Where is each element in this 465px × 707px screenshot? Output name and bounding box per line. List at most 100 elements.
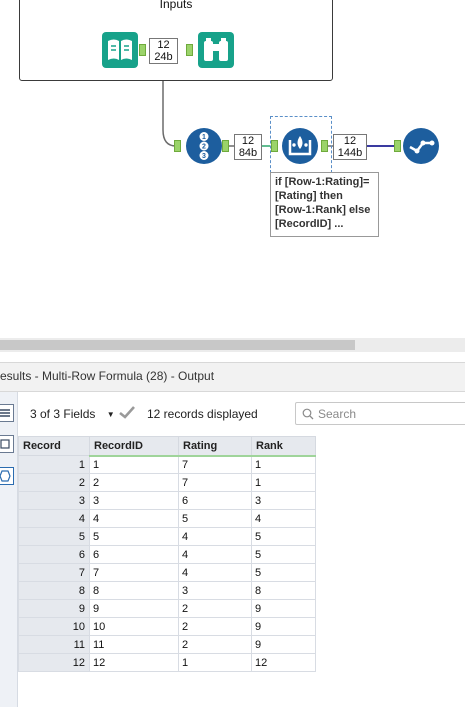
- browse-tool[interactable]: [198, 32, 234, 68]
- table-cell[interactable]: 2: [178, 617, 252, 636]
- table-row[interactable]: 9929: [18, 599, 316, 618]
- table-cell[interactable]: 9: [251, 599, 316, 618]
- record-number-cell[interactable]: 11: [18, 635, 90, 654]
- record-number-cell[interactable]: 10: [18, 617, 90, 636]
- table-cell[interactable]: 5: [251, 527, 316, 546]
- metadata-view-button[interactable]: [0, 467, 14, 485]
- table-view-button[interactable]: [0, 404, 14, 422]
- table-cell[interactable]: 7: [89, 563, 179, 582]
- scrollbar-thumb[interactable]: [0, 340, 355, 350]
- table-row[interactable]: 11 11 2 9: [18, 635, 316, 654]
- table-cell[interactable]: 4: [178, 545, 252, 564]
- column-header[interactable]: Record: [18, 436, 90, 456]
- search-input[interactable]: [318, 406, 458, 422]
- record-count: 12: [157, 39, 170, 51]
- record-number-cell[interactable]: 8: [18, 581, 90, 600]
- table-cell[interactable]: 11: [89, 635, 179, 654]
- output-anchor[interactable]: [139, 44, 146, 56]
- table-cell[interactable]: 2: [89, 473, 179, 492]
- record-id-tool[interactable]: 1 2 3: [186, 128, 222, 164]
- output-anchor[interactable]: [321, 140, 328, 152]
- record-id-icon: 1 2 3: [186, 128, 222, 164]
- multi-row-formula-tool[interactable]: [282, 128, 318, 164]
- table-header-row: Record RecordID Rating Rank: [18, 436, 316, 457]
- table-cell[interactable]: 4: [89, 509, 179, 528]
- table-row[interactable]: 1171: [18, 455, 316, 474]
- table-cell[interactable]: 4: [251, 509, 316, 528]
- record-number-cell[interactable]: 1: [18, 455, 90, 474]
- record-number-cell[interactable]: 7: [18, 563, 90, 582]
- record-number-cell[interactable]: 12: [18, 653, 90, 672]
- results-toolbar: 3 of 3 Fields ▼ 12 records displayed: [18, 392, 465, 434]
- workflow-canvas[interactable]: Inputs 12 24b 1 2 3 12 84b 12 144b if [R…: [0, 0, 465, 338]
- table-cell[interactable]: 10: [89, 617, 179, 636]
- square-icon: [0, 439, 10, 449]
- table-cell[interactable]: 8: [251, 581, 316, 600]
- table-cell[interactable]: 4: [178, 563, 252, 582]
- table-cell[interactable]: 6: [89, 545, 179, 564]
- badge-number: 3: [202, 153, 206, 160]
- table-cell[interactable]: 1: [251, 473, 316, 492]
- table-row[interactable]: 5545: [18, 527, 316, 546]
- table-cell[interactable]: 7: [178, 473, 252, 492]
- check-icon[interactable]: [118, 404, 136, 423]
- results-title: esults - Multi-Row Formula (28) - Output: [0, 369, 215, 383]
- table-cell[interactable]: 7: [178, 455, 252, 474]
- table-row[interactable]: 6645: [18, 545, 316, 564]
- multi-row-formula-icon: [282, 128, 318, 164]
- record-number-cell[interactable]: 5: [18, 527, 90, 546]
- table-row[interactable]: 8838: [18, 581, 316, 600]
- browse-icon: [198, 32, 234, 68]
- table-cell[interactable]: 3: [89, 491, 179, 510]
- column-header[interactable]: Rating: [178, 436, 252, 457]
- record-number-cell[interactable]: 2: [18, 473, 90, 492]
- table-cell[interactable]: 2: [178, 599, 252, 618]
- column-header[interactable]: Rank: [251, 436, 316, 457]
- table-cell[interactable]: 12: [251, 653, 316, 672]
- record-number-cell[interactable]: 9: [18, 599, 90, 618]
- table-cell[interactable]: 9: [251, 617, 316, 636]
- table-cell[interactable]: 12: [89, 653, 179, 672]
- table-row[interactable]: 3363: [18, 491, 316, 510]
- table-cell[interactable]: 3: [178, 581, 252, 600]
- output-anchor[interactable]: [222, 140, 229, 152]
- record-number-cell[interactable]: 3: [18, 491, 90, 510]
- records-count-label: 12 records displayed: [147, 407, 258, 421]
- column-header[interactable]: RecordID: [89, 436, 179, 457]
- table-cell[interactable]: 1: [178, 653, 252, 672]
- hexagon-icon: [0, 470, 11, 482]
- input-anchor[interactable]: [186, 44, 193, 56]
- table-cell[interactable]: 5: [251, 545, 316, 564]
- text-input-tool[interactable]: [102, 32, 138, 68]
- table-cell[interactable]: 1: [89, 455, 179, 474]
- table-row[interactable]: 7745: [18, 563, 316, 582]
- table-cell[interactable]: 4: [178, 527, 252, 546]
- record-count-badge: 12 24b: [149, 38, 178, 64]
- table-cell[interactable]: 8: [89, 581, 179, 600]
- browse-output-tool[interactable]: [403, 128, 439, 164]
- search-box[interactable]: [295, 402, 465, 425]
- table-row[interactable]: 4454: [18, 509, 316, 528]
- table-cell[interactable]: 5: [251, 563, 316, 582]
- table-cell[interactable]: 9: [251, 635, 316, 654]
- canvas-scrollbar[interactable]: [0, 338, 465, 352]
- table-cell[interactable]: 5: [178, 509, 252, 528]
- table-cell[interactable]: 5: [89, 527, 179, 546]
- fields-dropdown[interactable]: 3 of 3 Fields ▼: [30, 407, 115, 421]
- record-size: 144b: [337, 147, 363, 159]
- table-cell[interactable]: 9: [89, 599, 179, 618]
- table-row[interactable]: 12 12 1 12: [18, 653, 316, 672]
- table-cell[interactable]: 2: [178, 635, 252, 654]
- table-cell[interactable]: 1: [251, 455, 316, 474]
- config-view-button[interactable]: [0, 435, 14, 453]
- badge-number: 2: [202, 144, 206, 151]
- table-row[interactable]: 2271: [18, 473, 316, 492]
- table-cell[interactable]: 3: [251, 491, 316, 510]
- input-anchor[interactable]: [394, 140, 401, 152]
- input-anchor[interactable]: [174, 140, 181, 152]
- table-row[interactable]: 10 10 2 9: [18, 617, 316, 636]
- table-cell[interactable]: 6: [178, 491, 252, 510]
- record-number-cell[interactable]: 4: [18, 509, 90, 528]
- input-anchor[interactable]: [271, 140, 278, 152]
- record-number-cell[interactable]: 6: [18, 545, 90, 564]
